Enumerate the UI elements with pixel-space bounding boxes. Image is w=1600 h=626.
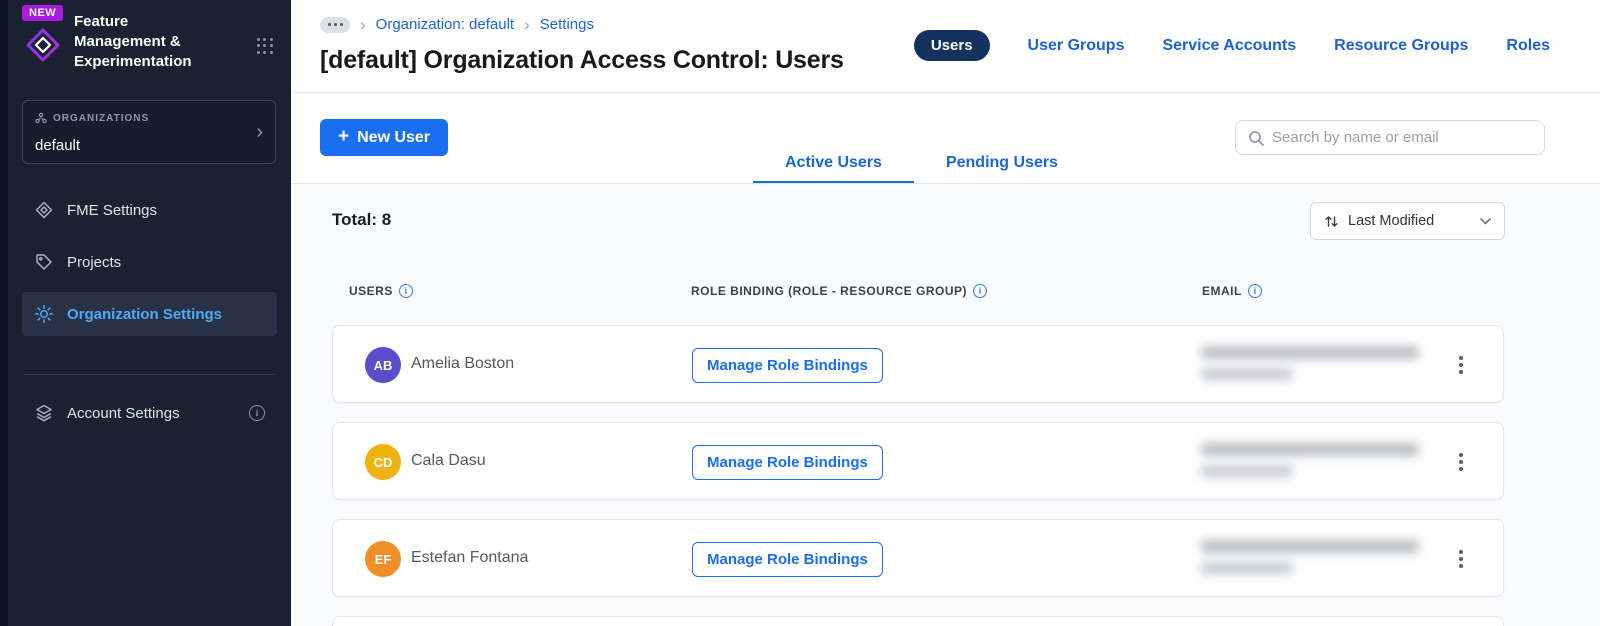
manage-role-bindings-button[interactable]: Manage Role Bindings xyxy=(692,542,883,577)
gear-icon xyxy=(35,305,53,323)
user-name: Estefan Fontana xyxy=(411,549,529,566)
sidebar-item-label: FME Settings xyxy=(67,201,158,219)
sidebar-item-organization-settings[interactable]: Organization Settings xyxy=(22,292,277,336)
chevron-right-icon: › xyxy=(360,15,366,34)
left-rail xyxy=(0,0,8,626)
info-icon[interactable]: i xyxy=(398,284,413,298)
tab-user-groups[interactable]: User Groups xyxy=(1028,37,1125,55)
email-redacted xyxy=(1201,346,1419,380)
plus-icon: + xyxy=(338,126,350,147)
sidebar-item-fme-settings[interactable]: FME Settings xyxy=(22,188,277,232)
column-header-role-binding: ROLE BINDING (ROLE - RESOURCE GROUP) i xyxy=(691,284,988,298)
tab-users[interactable]: Users xyxy=(913,30,990,61)
manage-role-bindings-button[interactable]: Manage Role Bindings xyxy=(692,348,883,383)
table-row-partial xyxy=(332,616,1504,626)
users-list-section: Total: 8 Last Modified USERS i ROLE BIND… xyxy=(291,184,1600,626)
chevron-right-icon: › xyxy=(524,15,530,34)
fme-diamond-icon xyxy=(35,201,53,219)
row-menu-button[interactable] xyxy=(1451,449,1471,475)
sort-arrows-icon xyxy=(1325,215,1338,227)
user-name: Cala Dasu xyxy=(411,452,486,469)
sort-dropdown[interactable]: Last Modified xyxy=(1310,202,1505,240)
tab-active-users[interactable]: Active Users xyxy=(753,145,914,184)
org-selector-label: ORGANIZATIONS xyxy=(53,112,150,124)
app-title: Feature Management & Experimentation xyxy=(74,13,192,70)
app-window: NEW Feature Management & Experimentation xyxy=(0,0,1600,626)
tab-service-accounts[interactable]: Service Accounts xyxy=(1162,37,1296,55)
organization-selector[interactable]: ORGANIZATIONS default › xyxy=(22,100,276,164)
sidebar: NEW Feature Management & Experimentation xyxy=(8,0,291,626)
column-header-email: EMAIL i xyxy=(1202,284,1262,298)
table-row: AB Amelia Boston Manage Role Bindings xyxy=(332,325,1504,403)
user-name: Amelia Boston xyxy=(411,355,515,372)
chevron-down-icon xyxy=(1480,217,1491,225)
sidebar-item-projects[interactable]: Projects xyxy=(22,240,277,284)
sort-value: Last Modified xyxy=(1348,213,1435,229)
search-box xyxy=(1235,120,1545,155)
tab-roles[interactable]: Roles xyxy=(1506,37,1550,55)
sidebar-item-label: Account Settings xyxy=(67,404,180,422)
breadcrumb-ellipsis-button[interactable] xyxy=(320,16,350,33)
app-switcher-icon[interactable] xyxy=(257,38,273,54)
avatar: CD xyxy=(365,444,401,480)
main-panel: › Organization: default › Settings [defa… xyxy=(291,0,1600,626)
tab-resource-groups[interactable]: Resource Groups xyxy=(1334,37,1468,55)
new-badge: NEW xyxy=(22,5,64,21)
row-menu-button[interactable] xyxy=(1451,352,1471,378)
info-icon[interactable]: i xyxy=(1247,284,1262,298)
user-list-tabs: Active Users Pending Users xyxy=(753,145,1090,184)
email-redacted xyxy=(1201,540,1419,574)
table-row: CD Cala Dasu Manage Role Bindings xyxy=(332,422,1504,500)
org-icon xyxy=(35,112,47,124)
total-count: Total: 8 xyxy=(332,210,392,229)
table-row: EF Estefan Fontana Manage Role Bindings xyxy=(332,519,1504,597)
header-divider xyxy=(291,92,1600,93)
column-header-users: USERS i xyxy=(349,284,413,298)
sidebar-item-label: Projects xyxy=(67,253,122,271)
new-user-button[interactable]: + New User xyxy=(320,119,449,156)
search-input[interactable] xyxy=(1272,129,1532,146)
manage-role-bindings-button[interactable]: Manage Role Bindings xyxy=(692,445,883,480)
account-info-icon[interactable]: i xyxy=(249,405,265,421)
info-icon[interactable]: i xyxy=(973,284,988,298)
sidebar-divider xyxy=(24,374,275,375)
chevron-right-icon: › xyxy=(256,121,263,143)
sidebar-item-label: Organization Settings xyxy=(67,305,223,323)
projects-tag-icon xyxy=(36,254,52,270)
breadcrumb-link-settings[interactable]: Settings xyxy=(540,16,594,33)
access-control-nav: Users User Groups Service Accounts Resou… xyxy=(913,30,1550,61)
search-icon xyxy=(1249,130,1264,146)
breadcrumb-link-organization[interactable]: Organization: default xyxy=(376,16,514,33)
email-redacted xyxy=(1201,443,1419,477)
row-menu-button[interactable] xyxy=(1451,546,1471,572)
breadcrumb: › Organization: default › Settings xyxy=(320,16,594,33)
org-selector-value: default xyxy=(35,137,81,154)
page-title: [default] Organization Access Control: U… xyxy=(320,46,844,74)
app-logo-icon xyxy=(24,26,62,64)
avatar: AB xyxy=(365,347,401,383)
sidebar-item-account-settings[interactable]: Account Settings i xyxy=(22,391,277,435)
tab-pending-users[interactable]: Pending Users xyxy=(914,145,1090,184)
avatar: EF xyxy=(365,541,401,577)
layers-icon xyxy=(36,404,52,422)
